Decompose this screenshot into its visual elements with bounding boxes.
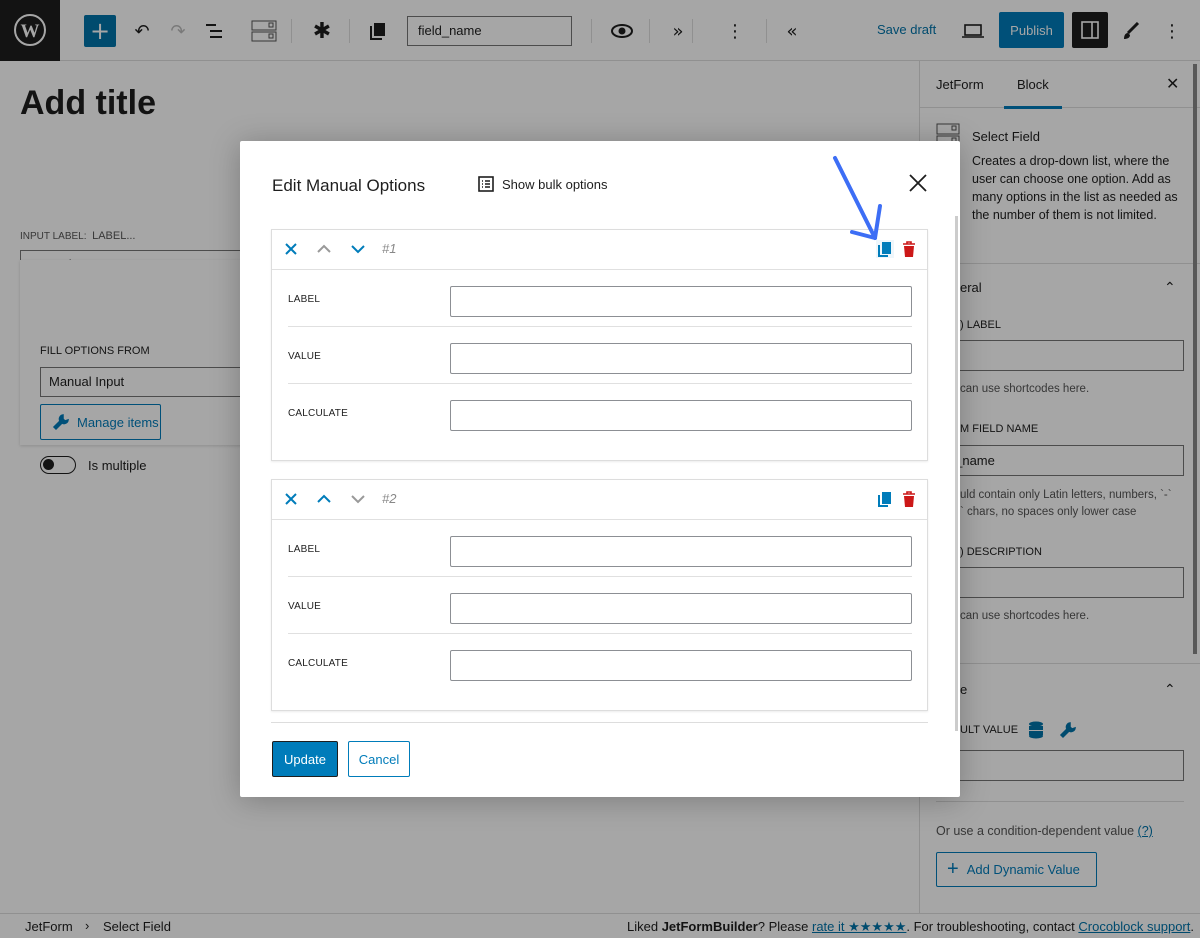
value-input[interactable]	[450, 343, 912, 374]
label-input[interactable]	[450, 536, 912, 567]
calculate-input[interactable]	[450, 650, 912, 681]
option-field-row: LABEL	[288, 520, 912, 577]
modal-scrollbar[interactable]	[955, 216, 958, 731]
option-header: #2	[272, 480, 927, 520]
calculate-input[interactable]	[450, 400, 912, 431]
show-bulk-options-label: Show bulk options	[502, 176, 608, 192]
value-field-label: VALUE	[288, 601, 322, 612]
option-number: #1	[382, 241, 397, 256]
edit-manual-options-modal: Edit Manual Options Show bulk options #1…	[240, 141, 960, 797]
label-field-label: LABEL	[288, 294, 321, 305]
delete-option-icon[interactable]	[900, 490, 918, 508]
option-item: #1 LABEL VALUE CALCULATE	[271, 229, 928, 461]
update-button[interactable]: Update	[272, 741, 338, 777]
value-input[interactable]	[450, 593, 912, 624]
option-header: #1	[272, 230, 927, 270]
duplicate-option-icon[interactable]	[876, 490, 894, 508]
option-field-row: VALUE	[288, 577, 912, 634]
remove-option-icon[interactable]	[282, 240, 300, 258]
list-icon	[478, 176, 494, 192]
remove-option-icon[interactable]	[282, 490, 300, 508]
modal-title: Edit Manual Options	[272, 176, 426, 195]
app: W + ↶ ↷ ✱ field_name » ⋮ « Save draft Pu	[0, 0, 1200, 938]
show-bulk-options-button[interactable]: Show bulk options	[478, 176, 608, 192]
move-up-icon[interactable]	[315, 490, 333, 508]
move-down-icon[interactable]	[349, 240, 367, 258]
calculate-field-label: CALCULATE	[288, 408, 348, 419]
option-number: #2	[382, 491, 397, 506]
option-field-row: VALUE	[288, 327, 912, 384]
cancel-button[interactable]: Cancel	[348, 741, 410, 777]
label-field-label: LABEL	[288, 544, 321, 555]
option-item: #2 LABEL VALUE CALCULATE	[271, 479, 928, 711]
move-up-icon[interactable]	[315, 240, 333, 258]
option-field-row: CALCULATE	[288, 634, 912, 691]
delete-option-icon[interactable]	[900, 240, 918, 258]
option-field-row: CALCULATE	[288, 384, 912, 441]
move-down-icon[interactable]	[349, 490, 367, 508]
close-modal-icon[interactable]	[906, 171, 930, 195]
option-field-row: LABEL	[288, 270, 912, 327]
calculate-field-label: CALCULATE	[288, 658, 348, 669]
value-field-label: VALUE	[288, 351, 322, 362]
label-input[interactable]	[450, 286, 912, 317]
duplicate-option-icon[interactable]	[876, 240, 894, 258]
modal-divider	[271, 722, 928, 723]
